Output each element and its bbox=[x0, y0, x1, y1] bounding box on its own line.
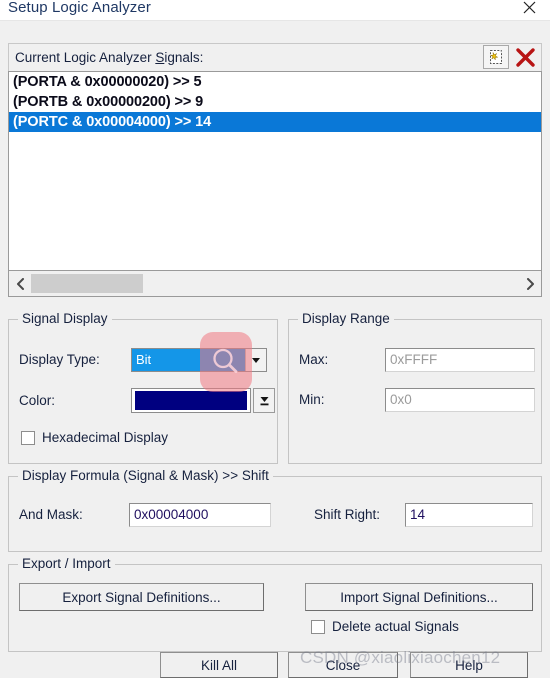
signals-list-label: Current Logic Analyzer Signals: bbox=[9, 50, 203, 65]
list-item[interactable]: (PORTC & 0x00004000) >> 14 bbox=[9, 112, 541, 132]
signals-listbox[interactable]: (PORTA & 0x00000020) >> 5 (PORTB & 0x000… bbox=[8, 71, 542, 271]
max-label: Max: bbox=[299, 352, 329, 367]
kill-all-button[interactable]: Kill All bbox=[160, 652, 278, 678]
signal-display-group: Signal Display Display Type: Bit Color: bbox=[8, 311, 278, 464]
signal-display-legend: Signal Display bbox=[18, 311, 112, 326]
export-import-legend: Export / Import bbox=[18, 556, 115, 571]
dialog-client-area: Current Logic Analyzer Signals: (PORTA &… bbox=[0, 20, 550, 676]
scroll-left-button[interactable] bbox=[9, 272, 31, 296]
delete-actual-signals-checkbox-row[interactable]: Delete actual Signals bbox=[311, 619, 459, 634]
display-type-dropdown-button[interactable] bbox=[245, 349, 266, 371]
delete-actual-signals-label: Delete actual Signals bbox=[332, 619, 459, 634]
signals-label-pre: Current Logic Analyzer bbox=[15, 50, 156, 65]
and-mask-label: And Mask: bbox=[19, 507, 83, 522]
delete-actual-signals-checkbox[interactable] bbox=[311, 619, 325, 634]
display-type-value: Bit bbox=[132, 349, 245, 371]
scroll-right-button[interactable] bbox=[519, 272, 541, 296]
list-item[interactable]: (PORTB & 0x00000200) >> 9 bbox=[9, 92, 541, 112]
export-import-group: Export / Import Export Signal Definition… bbox=[8, 556, 542, 652]
shift-right-label: Shift Right: bbox=[314, 507, 381, 522]
window-title: Setup Logic Analyzer bbox=[8, 0, 151, 16]
display-range-legend: Display Range bbox=[298, 311, 394, 326]
hexadecimal-display-checkbox[interactable] bbox=[21, 430, 35, 445]
display-formula-group: Display Formula (Signal & Mask) >> Shift… bbox=[8, 468, 542, 552]
shift-right-input[interactable]: 14 bbox=[405, 503, 533, 527]
setup-logic-analyzer-dialog: Setup Logic Analyzer Current Logic Analy… bbox=[0, 0, 550, 678]
and-mask-input[interactable]: 0x00004000 bbox=[129, 503, 271, 527]
display-formula-legend: Display Formula (Signal & Mask) >> Shift bbox=[18, 468, 273, 483]
signals-label-accel: S bbox=[155, 50, 165, 65]
scroll-thumb[interactable] bbox=[31, 273, 143, 293]
signals-label-post: ignals: bbox=[164, 50, 204, 65]
help-button[interactable]: Help bbox=[410, 652, 528, 678]
chevron-right-icon bbox=[526, 277, 534, 290]
chevron-left-icon bbox=[16, 277, 24, 290]
color-swatch bbox=[135, 391, 247, 410]
color-dropdown-button[interactable] bbox=[253, 388, 275, 413]
color-down-arrow-icon bbox=[260, 396, 268, 405]
color-label: Color: bbox=[19, 393, 56, 408]
hexadecimal-display-checkbox-row[interactable]: Hexadecimal Display bbox=[21, 430, 168, 445]
new-signal-button[interactable] bbox=[483, 45, 509, 69]
signals-header: Current Logic Analyzer Signals: bbox=[8, 43, 542, 71]
display-type-label: Display Type: bbox=[19, 352, 100, 367]
hexadecimal-display-label: Hexadecimal Display bbox=[42, 430, 169, 445]
chevron-down-icon bbox=[252, 357, 260, 363]
scroll-track[interactable] bbox=[31, 271, 519, 296]
display-type-combo[interactable]: Bit bbox=[131, 348, 267, 372]
close-button[interactable]: Close bbox=[288, 652, 398, 678]
min-label: Min: bbox=[299, 392, 325, 407]
delete-signal-button[interactable] bbox=[511, 45, 539, 69]
title-bar: Setup Logic Analyzer bbox=[0, 0, 550, 20]
list-item[interactable]: (PORTA & 0x00000020) >> 5 bbox=[9, 72, 541, 92]
signals-toolbar bbox=[483, 45, 539, 69]
color-swatch-box[interactable] bbox=[131, 388, 251, 413]
window-close-button[interactable] bbox=[512, 0, 546, 18]
min-input[interactable]: 0x0 bbox=[385, 388, 535, 412]
new-signal-icon bbox=[489, 49, 502, 64]
color-picker[interactable] bbox=[131, 388, 275, 413]
max-input[interactable]: 0xFFFF bbox=[385, 348, 535, 372]
export-signal-definitions-button[interactable]: Export Signal Definitions... bbox=[19, 583, 264, 611]
close-icon bbox=[523, 1, 535, 13]
signals-horizontal-scrollbar[interactable] bbox=[8, 271, 542, 297]
import-signal-definitions-button[interactable]: Import Signal Definitions... bbox=[305, 583, 533, 611]
delete-signal-icon bbox=[515, 47, 535, 67]
display-range-group: Display Range Max: 0xFFFF Min: 0x0 bbox=[288, 311, 542, 464]
